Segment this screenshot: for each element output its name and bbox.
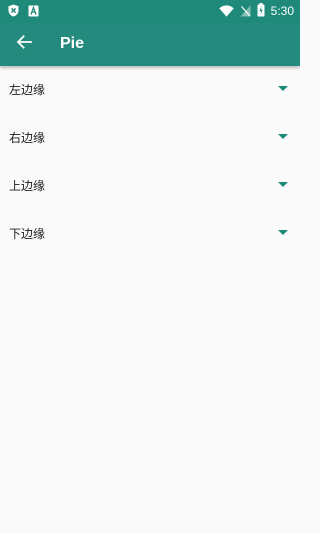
no-signal-icon bbox=[240, 2, 251, 21]
settings-list: 左边缘 右边缘 上边缘 下边缘 bbox=[0, 66, 300, 258]
setting-label: 左边缘 bbox=[9, 83, 46, 97]
status-time: 5:30 bbox=[270, 4, 294, 18]
dropdown-arrow-icon[interactable] bbox=[278, 182, 288, 187]
status-bar: 5:30 bbox=[0, 0, 300, 22]
app-bar: Pie bbox=[0, 22, 300, 66]
arrow-back-icon bbox=[16, 34, 32, 54]
battery-charging-icon bbox=[257, 2, 265, 21]
page-title: Pie bbox=[60, 35, 85, 52]
setting-row-left-edge[interactable]: 左边缘 bbox=[0, 66, 300, 114]
setting-row-bottom-edge[interactable]: 下边缘 bbox=[0, 210, 300, 258]
setting-label: 右边缘 bbox=[9, 131, 46, 145]
setting-row-right-edge[interactable]: 右边缘 bbox=[0, 114, 300, 162]
dropdown-arrow-icon[interactable] bbox=[278, 86, 288, 91]
setting-label: 上边缘 bbox=[9, 179, 46, 193]
setting-row-top-edge[interactable]: 上边缘 bbox=[0, 162, 300, 210]
dropdown-arrow-icon[interactable] bbox=[278, 134, 288, 139]
status-bar-system: 5:30 bbox=[218, 2, 294, 21]
dropdown-arrow-icon[interactable] bbox=[278, 230, 288, 235]
screen: 5:30 Pie 左边缘 右边缘 上边缘 下边缘 bbox=[0, 0, 300, 533]
setting-label: 下边缘 bbox=[9, 227, 46, 241]
wifi-icon bbox=[218, 2, 234, 21]
font-a-notification-icon bbox=[28, 2, 39, 21]
shield-notification-icon bbox=[8, 2, 19, 21]
back-button[interactable] bbox=[8, 28, 40, 60]
status-bar-notifications bbox=[8, 4, 39, 18]
